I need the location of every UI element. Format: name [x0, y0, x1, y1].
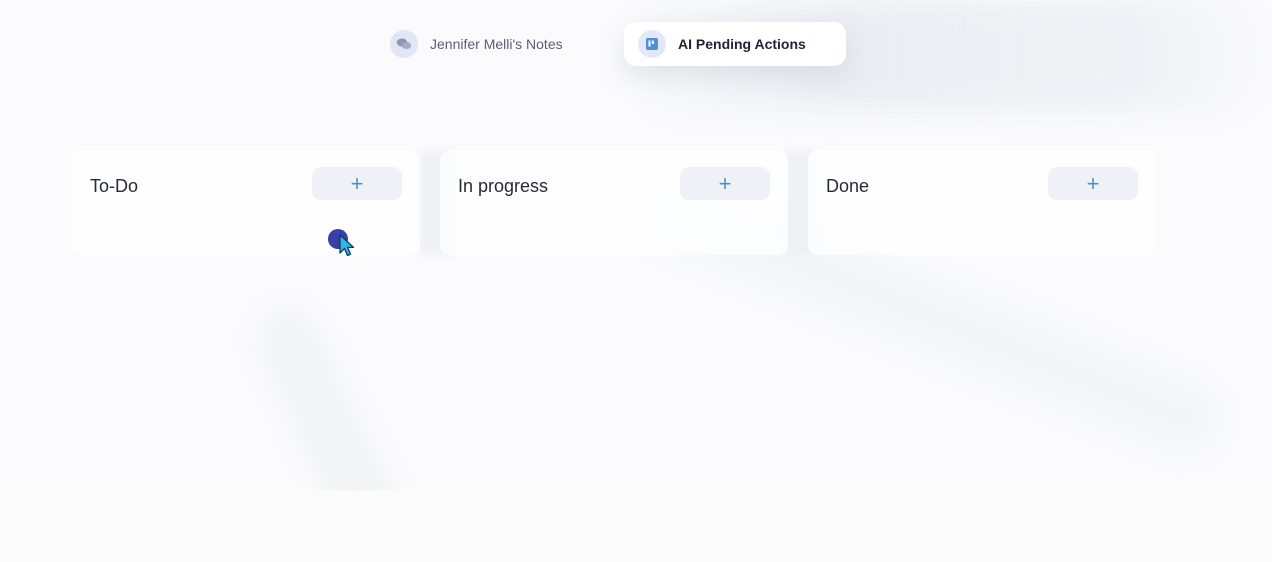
tab-ai-pending-actions[interactable]: AI Pending Actions [624, 22, 846, 66]
board-icon [638, 30, 666, 58]
add-in-progress-button[interactable]: + [680, 167, 770, 200]
column-in-progress: In progress + [440, 150, 788, 255]
column-todo: To-Do + [72, 150, 420, 255]
tab-notes-label: Jennifer Melli's Notes [430, 36, 563, 52]
tab-bar: Jennifer Melli's Notes AI Pending Action… [376, 22, 846, 66]
column-title: Done [826, 176, 870, 196]
column-done: Done + [808, 150, 1156, 255]
bottom-band [0, 490, 1272, 562]
tab-ai-pending-actions-label: AI Pending Actions [678, 36, 806, 52]
mouse-pointer-icon [339, 234, 355, 257]
add-todo-button[interactable]: + [312, 167, 402, 200]
chat-bubbles-icon [390, 30, 418, 58]
column-title: To-Do [90, 176, 139, 196]
tab-notes[interactable]: Jennifer Melli's Notes [376, 22, 616, 66]
column-title: In progress [458, 176, 549, 196]
add-done-button[interactable]: + [1048, 167, 1138, 200]
